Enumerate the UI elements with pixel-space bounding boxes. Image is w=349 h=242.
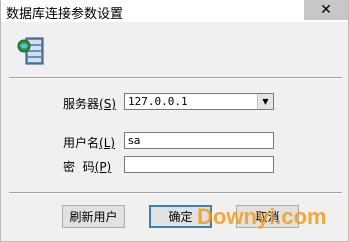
server-hotkey: (S) <box>99 97 116 111</box>
database-icon <box>17 37 44 65</box>
server-value: 127.0.0.1 <box>128 95 188 108</box>
title-bar[interactable]: 数据库连接参数设置 ✕ <box>1 0 348 22</box>
ok-label: 确定 <box>168 210 193 224</box>
window-title: 数据库连接参数设置 <box>6 7 124 22</box>
close-button[interactable]: ✕ <box>304 0 348 20</box>
server-label: 服务器(S) <box>63 97 116 111</box>
chevron-down-icon[interactable]: ▼ <box>257 94 273 109</box>
server-select[interactable]: 127.0.0.1 ▼ <box>124 93 274 110</box>
password-hotkey: (P) <box>94 160 112 174</box>
refresh-users-label: 刷新用户 <box>69 210 118 224</box>
bottom-separator <box>9 192 342 194</box>
refresh-users-button[interactable]: 刷新用户 <box>62 205 125 228</box>
dialog-window: 数据库连接参数设置 ✕ 服务器(S) 127.0.0.1 ▼ 用户名(L) 密 … <box>0 0 349 242</box>
close-icon: ✕ <box>320 2 332 18</box>
cancel-label: 取消 <box>255 210 280 224</box>
password-input[interactable] <box>124 156 274 173</box>
password-label: 密 码(P) <box>63 160 112 174</box>
top-separator <box>9 77 342 79</box>
username-label: 用户名(L) <box>63 136 116 150</box>
ok-button[interactable]: 确定 <box>149 205 212 228</box>
username-input[interactable] <box>124 132 274 149</box>
username-hotkey: (L) <box>99 136 116 150</box>
cancel-button[interactable]: 取消 <box>236 205 299 228</box>
